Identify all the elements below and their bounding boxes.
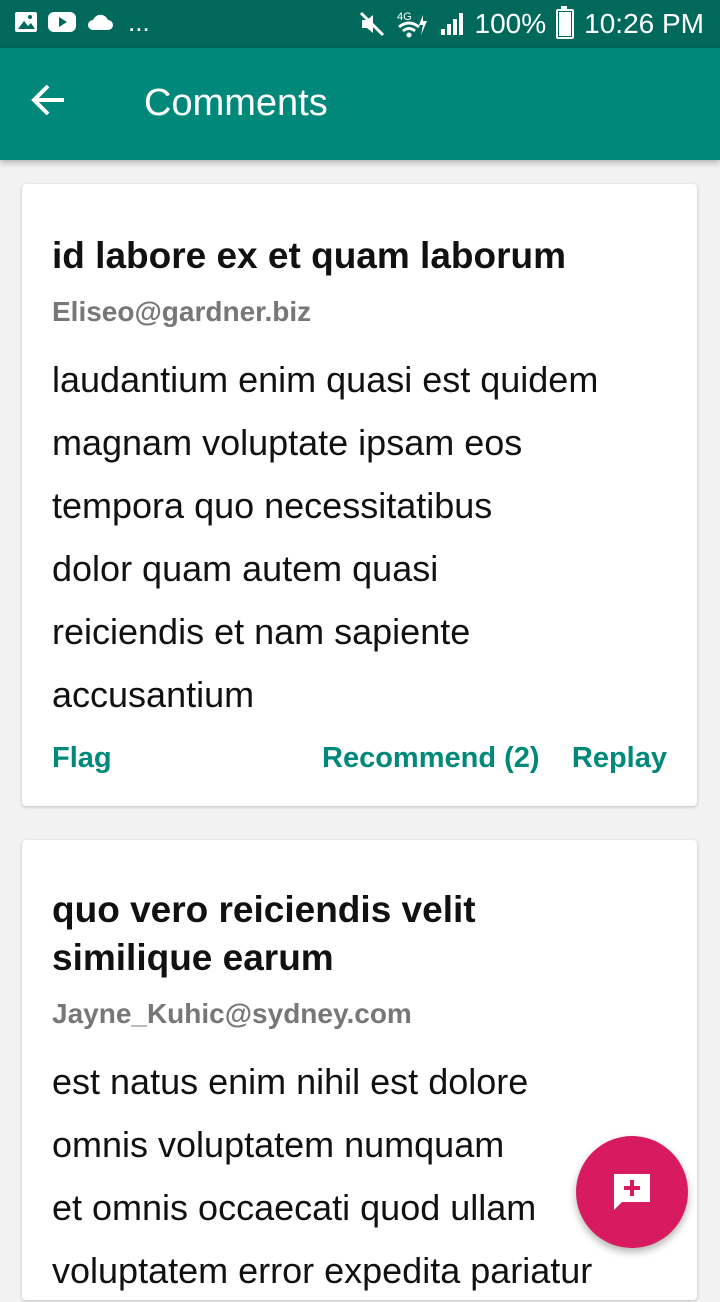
add-comment-button[interactable]	[576, 1136, 688, 1248]
reply-button[interactable]: Replay	[572, 742, 667, 775]
comment-actions: Flag Recommend (2) Replay	[52, 742, 667, 782]
status-left-icons: ...	[14, 7, 150, 37]
comment-body-line: reiciendis et nam sapiente	[52, 611, 471, 652]
youtube-icon	[48, 12, 76, 32]
comment-body-line: accusantium	[52, 674, 255, 715]
comment-body-line: tempora quo necessitatibus	[52, 485, 493, 526]
comments-list[interactable]: id labore ex et quam laborum Eliseo@gard…	[0, 160, 720, 1300]
flag-button[interactable]: Flag	[52, 742, 112, 775]
cloud-icon	[88, 14, 113, 30]
wifi-4g-icon: 4G	[397, 11, 427, 38]
page-title: Comments	[144, 82, 328, 124]
arrow-back-icon	[31, 84, 64, 116]
back-button[interactable]	[28, 80, 84, 128]
comment-email: Eliseo@gardner.biz	[52, 296, 312, 327]
add-comment-icon	[614, 1174, 650, 1210]
comment-body-line: magnam voluptate ipsam eos	[52, 422, 523, 463]
mute-icon	[359, 11, 384, 37]
comment-email: Jayne_Kuhic@sydney.com	[52, 998, 412, 1029]
comment-body-line: est natus enim nihil est dolore	[52, 1061, 529, 1102]
comment-title-line: quo vero reiciendis velit	[52, 889, 476, 930]
comment-title: id labore ex et quam laborum	[52, 235, 567, 276]
comment-body-line: voluptatem error expedita pariatur	[52, 1250, 593, 1291]
recommend-button[interactable]: Recommend (2)	[322, 742, 540, 775]
status-bar: ... 4G 100% 10:26 PM	[0, 0, 720, 48]
status-right: 4G 100% 10:26 PM	[359, 6, 704, 40]
signal-icon	[440, 13, 463, 35]
battery-icon	[556, 6, 575, 39]
comment-body-line: laudantium enim quasi est quidem	[52, 359, 599, 400]
comment-card: id labore ex et quam laborum Eliseo@gard…	[22, 184, 697, 806]
status-more: ...	[128, 7, 150, 37]
comment-title: quo vero reiciendis velit similique earu…	[52, 886, 677, 982]
network-label: 4G	[397, 11, 412, 23]
comment-body-line: dolor quam autem quasi	[52, 548, 439, 589]
battery-percent: 100%	[474, 8, 547, 39]
app-bar: Comments	[0, 48, 720, 160]
clock: 10:26 PM	[584, 8, 704, 39]
comment-title-line: similique earum	[52, 937, 334, 978]
comment-body: laudantium enim quasi est quidem magnam …	[52, 348, 677, 726]
image-icon	[15, 12, 37, 32]
